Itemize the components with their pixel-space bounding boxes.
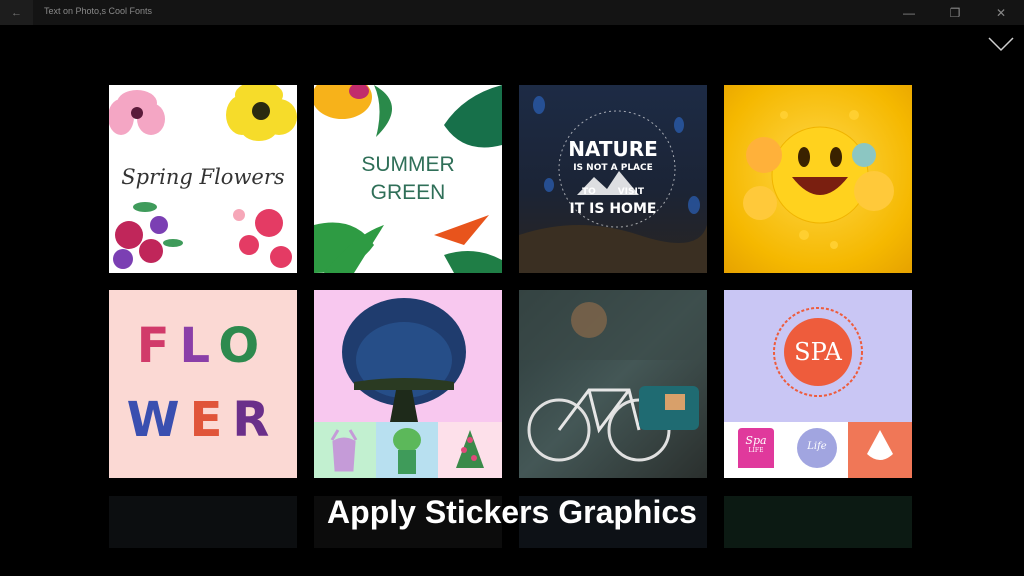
green-text: GREEN [370, 181, 446, 204]
collapse-chevron-icon[interactable] [988, 36, 1014, 52]
close-icon: ✕ [995, 5, 1007, 20]
back-arrow-icon: ← [11, 6, 22, 19]
nature-title: NATURE [568, 137, 658, 161]
restore-button[interactable]: ❐ [932, 0, 978, 25]
emoji-art [743, 110, 894, 249]
template-tree-silhouette[interactable] [314, 290, 502, 478]
feature-caption: Apply Stickers Graphics [327, 494, 697, 530]
minimize-icon: — [903, 5, 915, 20]
template-spa[interactable]: SPA Spa LIFE Life [724, 290, 912, 478]
minimize-button[interactable]: — [886, 0, 932, 25]
spa-small-text: Spa [745, 434, 767, 447]
flower-letter-r: R [232, 392, 280, 448]
close-button[interactable]: ✕ [978, 0, 1024, 25]
template-emoji[interactable] [724, 85, 912, 273]
flower-letter-l: L [179, 318, 219, 374]
nature-line3b: VISIT [617, 187, 645, 197]
template-nature-quote[interactable]: NATURE IS NOT A PLACE TO VISIT IT IS HOM… [519, 85, 707, 273]
nature-line2: IS NOT A PLACE [573, 163, 653, 173]
template-summer-green[interactable]: SUMMER GREEN [314, 85, 502, 273]
template-spring-flowers[interactable]: Spring Flowers [109, 85, 297, 273]
summer-text: SUMMER [361, 153, 455, 176]
flower-letter-e: E [189, 392, 233, 448]
flower-letter-o: O [218, 318, 270, 374]
restore-icon: ❐ [949, 5, 961, 20]
nature-line4: IT IS HOME [569, 201, 657, 217]
spa-small-life-text: LIFE [748, 447, 764, 454]
life-small-text: Life [807, 441, 827, 452]
spring-flowers-text: Spring Flowers [121, 165, 285, 189]
window-titlebar: ← Text on Photo,s Cool Fonts — ❐ ✕ [0, 0, 1024, 25]
template-flower-letters[interactable]: FLO WER [109, 290, 297, 478]
flower-letter-f: F [136, 318, 180, 374]
template-bicycle-photo[interactable] [519, 290, 707, 478]
bicycle-art [519, 290, 707, 462]
spa-text: SPA [794, 338, 842, 366]
tree-silhouette-art [314, 298, 502, 478]
flower-letter-w: W [126, 392, 190, 448]
window-title: Text on Photo,s Cool Fonts [44, 6, 153, 16]
back-button[interactable]: ← [0, 0, 33, 25]
nature-line3a: TO [581, 187, 596, 197]
